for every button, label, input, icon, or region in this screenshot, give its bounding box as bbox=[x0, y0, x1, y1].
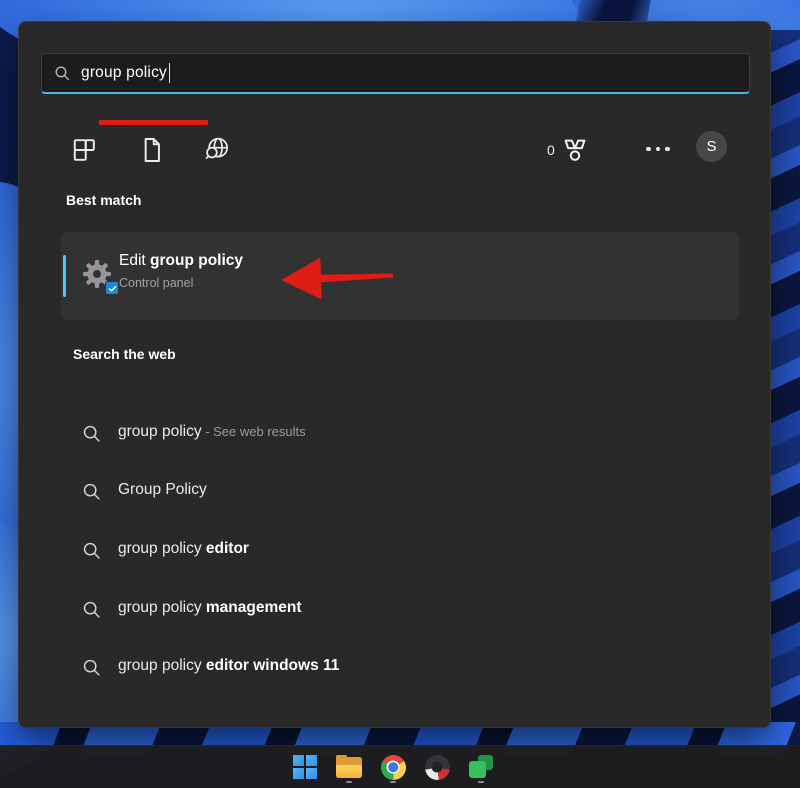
file-explorer-icon bbox=[336, 757, 362, 778]
desktop-wallpaper: group policy bbox=[0, 0, 800, 788]
chrome-button[interactable] bbox=[380, 750, 407, 784]
suggestion-text: group policy editor windows 11 bbox=[118, 657, 339, 675]
filter-documents-icon[interactable] bbox=[137, 135, 167, 165]
text-caret bbox=[169, 63, 171, 83]
suggestion-text: group policy management bbox=[118, 599, 302, 617]
chrome-icon bbox=[381, 755, 406, 780]
annotation-arrow bbox=[279, 251, 395, 301]
suggestion-text: group policy editor bbox=[118, 540, 249, 558]
checkmark-badge-icon bbox=[105, 281, 119, 295]
filter-web-icon[interactable] bbox=[202, 135, 232, 165]
taskbar bbox=[0, 745, 800, 788]
windows-logo-icon bbox=[293, 755, 317, 779]
suggestion-text: Group Policy bbox=[118, 481, 207, 499]
search-icon bbox=[82, 482, 102, 502]
more-options-icon[interactable] bbox=[633, 135, 683, 163]
file-explorer-button[interactable] bbox=[336, 750, 363, 784]
google-chat-button[interactable] bbox=[468, 750, 495, 784]
search-icon bbox=[82, 541, 102, 561]
best-match-subtitle: Control panel bbox=[119, 276, 193, 290]
running-indicator bbox=[478, 781, 484, 784]
search-flyout-panel: group policy bbox=[18, 21, 771, 728]
web-suggestion-row[interactable]: Group Policy bbox=[19, 472, 772, 512]
wallpaper-app-icon bbox=[425, 755, 450, 780]
search-icon bbox=[82, 424, 102, 444]
web-suggestion-row[interactable]: group policy editor bbox=[19, 531, 772, 571]
rewards-button[interactable]: 0 bbox=[547, 133, 590, 167]
search-filter-row: 0 S bbox=[19, 125, 772, 175]
search-the-web-header: Search the web bbox=[73, 346, 176, 362]
taskbar-icon-group bbox=[292, 750, 495, 784]
start-button[interactable] bbox=[292, 750, 319, 784]
web-suggestion-row[interactable]: group policy editor windows 11 bbox=[19, 648, 772, 688]
search-icon bbox=[82, 600, 102, 620]
selection-accent-bar bbox=[63, 255, 66, 297]
avatar-initial: S bbox=[706, 138, 716, 155]
wallpaper-app-button[interactable] bbox=[424, 750, 451, 784]
gpedit-gear-icon bbox=[81, 258, 117, 294]
filter-apps-icon[interactable] bbox=[69, 135, 99, 165]
best-match-header: Best match bbox=[66, 192, 141, 208]
best-match-result[interactable]: Edit group policy Control panel bbox=[61, 232, 739, 320]
web-suggestion-row[interactable]: group policy - See web results bbox=[19, 414, 772, 454]
rewards-medal-icon bbox=[560, 135, 590, 165]
google-chat-icon bbox=[469, 755, 493, 779]
running-indicator bbox=[390, 781, 396, 784]
search-input[interactable]: group policy bbox=[41, 53, 750, 94]
search-icon bbox=[82, 658, 102, 678]
rewards-points: 0 bbox=[547, 142, 555, 158]
suggestion-text: group policy - See web results bbox=[118, 423, 306, 441]
search-icon bbox=[54, 65, 71, 82]
web-suggestion-row[interactable]: group policy management bbox=[19, 590, 772, 630]
avatar[interactable]: S bbox=[696, 131, 727, 162]
best-match-title: Edit group policy bbox=[119, 252, 243, 270]
search-query-text: group policy bbox=[81, 64, 167, 82]
running-indicator bbox=[346, 781, 352, 784]
